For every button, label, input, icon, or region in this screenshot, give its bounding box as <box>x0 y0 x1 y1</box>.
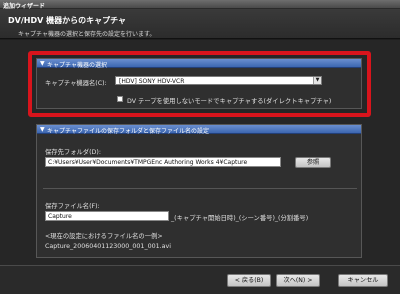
filename-input[interactable]: Capture <box>45 211 169 221</box>
browse-button[interactable]: 参照 <box>295 157 331 168</box>
folder-input-value: C:¥Users¥User¥Documents¥TMPGEnc Authorin… <box>48 159 248 166</box>
save-panel: ▼ キャプチャファイルの保存フォルダと保存ファイル名の設定 保存先フォルダ(D)… <box>36 124 362 258</box>
back-button-label: < 戻る(B) <box>234 277 264 284</box>
folder-input[interactable]: C:¥Users¥User¥Documents¥TMPGEnc Authorin… <box>45 157 281 167</box>
cancel-button[interactable]: キャンセル <box>338 274 388 287</box>
wizard-footer: < 戻る(B) 次へ(N) > キャンセル <box>0 265 400 294</box>
filename-suffix: _(キャプチャ開始日時)_(シーン番号)_(分割番号) <box>171 215 309 222</box>
example-filename: Capture_20060401123000_001_001.avi <box>45 243 171 250</box>
example-heading: <現在の設定におけるファイル名の一例> <box>45 233 163 240</box>
filename-input-value: Capture <box>48 213 72 220</box>
page-title: DV/HDV 機器からのキャプチャ <box>8 16 126 25</box>
cancel-button-label: キャンセル <box>347 277 379 284</box>
highlight-frame <box>28 51 371 117</box>
next-button-label: 次へ(N) > <box>283 277 313 284</box>
back-button[interactable]: < 戻る(B) <box>227 274 271 287</box>
collapse-arrow-icon[interactable]: ▼ <box>40 126 45 133</box>
next-button[interactable]: 次へ(N) > <box>276 274 320 287</box>
browse-button-label: 参照 <box>306 159 320 166</box>
save-panel-header[interactable]: ▼ キャプチャファイルの保存フォルダと保存ファイル名の設定 <box>37 125 361 135</box>
filename-label: 保存ファイル名(F): <box>45 203 100 210</box>
folder-label: 保存先フォルダ(D): <box>45 149 101 156</box>
page-description: キャプチャ機器の選択と保存先の設定を行います。 <box>18 31 156 38</box>
window-titlebar: 追加ウィザード <box>0 0 400 10</box>
divider <box>43 188 357 189</box>
wizard-header: DV/HDV 機器からのキャプチャ キャプチャ機器の選択と保存先の設定を行います… <box>0 9 400 39</box>
save-panel-title: キャプチャファイルの保存フォルダと保存ファイル名の設定 <box>47 128 209 135</box>
